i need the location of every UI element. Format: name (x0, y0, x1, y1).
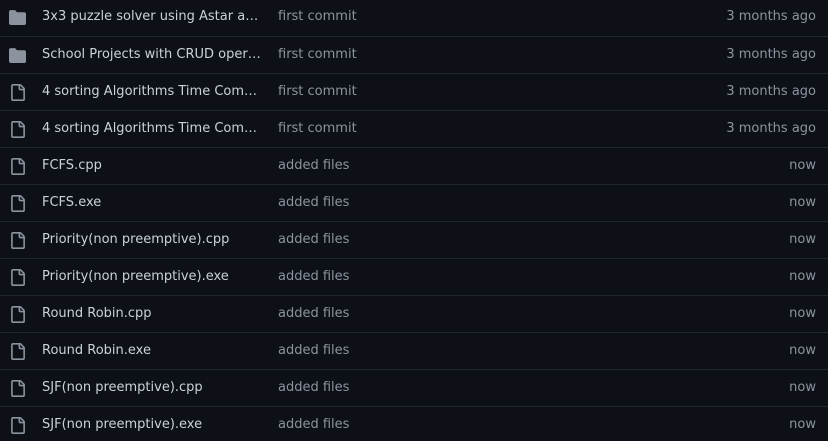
commit-message[interactable]: added files (278, 333, 598, 369)
commit-age: 3 months ago (726, 9, 816, 24)
file-icon (11, 195, 25, 212)
file-row[interactable]: FCFS.exe added files now (0, 184, 828, 221)
commit-age: now (789, 232, 816, 247)
commit-message[interactable]: added files (278, 370, 598, 406)
file-icon (11, 269, 25, 286)
file-name[interactable]: 3x3 puzzle solver using Astar and BFS (42, 0, 264, 35)
file-row[interactable]: FCFS.cpp added files now (0, 147, 828, 184)
commit-age: now (789, 417, 816, 432)
file-row[interactable]: Priority(non preemptive).cpp added files… (0, 221, 828, 258)
file-row[interactable]: 4 sorting Algorithms Time Complexity.exe… (0, 110, 828, 147)
file-icon (11, 232, 25, 249)
file-row[interactable]: Round Robin.exe added files now (0, 332, 828, 369)
commit-message[interactable]: added files (278, 148, 598, 184)
commit-message[interactable]: first commit (278, 0, 598, 35)
file-name[interactable]: SJF(non preemptive).exe (42, 407, 264, 441)
file-name[interactable]: Round Robin.exe (42, 333, 264, 369)
file-name[interactable]: Priority(non preemptive).exe (42, 259, 264, 295)
file-icon (11, 84, 25, 101)
file-row[interactable]: 3x3 puzzle solver using Astar and BFS fi… (0, 0, 828, 36)
file-name[interactable]: 4 sorting Algorithms Time Complexity.exe (42, 111, 264, 147)
file-name[interactable]: Round Robin.cpp (42, 296, 264, 332)
commit-message[interactable]: first commit (278, 37, 598, 73)
file-icon (11, 306, 25, 323)
file-row[interactable]: SJF(non preemptive).exe added files now (0, 406, 828, 441)
file-icon (11, 417, 25, 434)
commit-message[interactable]: first commit (278, 74, 598, 110)
file-name[interactable]: Priority(non preemptive).cpp (42, 222, 264, 258)
commit-age: 3 months ago (726, 47, 816, 62)
commit-age: now (789, 306, 816, 321)
commit-age: now (789, 195, 816, 210)
file-name[interactable]: FCFS.cpp (42, 148, 264, 184)
file-icon (11, 343, 25, 360)
file-icon (11, 158, 25, 175)
file-name[interactable]: SJF(non preemptive).cpp (42, 370, 264, 406)
commit-age: 3 months ago (726, 84, 816, 99)
file-row[interactable]: 4 sorting Algorithms Time Complexity.cpp… (0, 73, 828, 110)
file-row[interactable]: Priority(non preemptive).exe added files… (0, 258, 828, 295)
file-row[interactable]: School Projects with CRUD operations fir… (0, 36, 828, 73)
commit-message[interactable]: added files (278, 296, 598, 332)
file-list: 3x3 puzzle solver using Astar and BFS fi… (0, 0, 828, 441)
file-row[interactable]: SJF(non preemptive).cpp added files now (0, 369, 828, 406)
commit-age: now (789, 158, 816, 173)
file-name[interactable]: FCFS.exe (42, 185, 264, 221)
file-name[interactable]: School Projects with CRUD operations (42, 37, 264, 73)
commit-age: now (789, 380, 816, 395)
folder-icon (9, 10, 26, 25)
commit-age: 3 months ago (726, 121, 816, 136)
commit-age: now (789, 269, 816, 284)
file-icon (11, 121, 25, 138)
commit-message[interactable]: added files (278, 407, 598, 441)
commit-message[interactable]: first commit (278, 111, 598, 147)
commit-age: now (789, 343, 816, 358)
file-icon (11, 380, 25, 397)
folder-icon (9, 48, 26, 63)
commit-message[interactable]: added files (278, 222, 598, 258)
commit-message[interactable]: added files (278, 185, 598, 221)
file-row[interactable]: Round Robin.cpp added files now (0, 295, 828, 332)
file-name[interactable]: 4 sorting Algorithms Time Complexity.cpp (42, 74, 264, 110)
commit-message[interactable]: added files (278, 259, 598, 295)
